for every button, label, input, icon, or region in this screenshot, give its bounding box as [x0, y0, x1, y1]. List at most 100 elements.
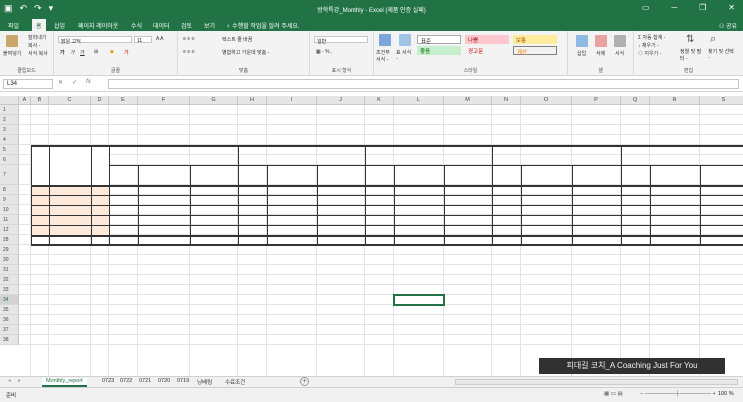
column-header[interactable]: A	[19, 96, 31, 105]
find-select-button[interactable]: 찾기 및 선택 -	[708, 48, 736, 61]
cut-button[interactable]: 잘라내기	[28, 34, 46, 41]
column-header[interactable]: D	[91, 96, 109, 105]
fill-button[interactable]: ↓ 채우기 -	[638, 42, 659, 49]
row-header[interactable]: 3	[0, 125, 19, 135]
sheet-tab[interactable]: 0721	[139, 378, 151, 384]
tab-file[interactable]: 파일	[8, 21, 19, 30]
sheet-tab[interactable]: 0719	[177, 378, 189, 384]
zoom-level[interactable]: 100 %	[718, 391, 734, 397]
add-sheet-button[interactable]: +	[300, 377, 309, 386]
paste-icon[interactable]	[6, 35, 18, 47]
sort-filter-button[interactable]: 정렬 및 필터 -	[680, 48, 704, 62]
column-header[interactable]: M	[444, 96, 492, 105]
font-size-select[interactable]: 11	[134, 36, 152, 44]
selected-cell[interactable]	[393, 294, 445, 306]
scroll-left-icon[interactable]: ◂	[8, 378, 11, 384]
fx-icon[interactable]: fx	[86, 79, 91, 86]
insert-cells-button[interactable]: 삽입	[577, 50, 586, 57]
column-header[interactable]: G	[190, 96, 238, 105]
align-left-icon[interactable]: ≡ ≡ ≡	[183, 49, 195, 55]
row-header[interactable]: 1	[0, 105, 19, 115]
column-header[interactable]: C	[49, 96, 91, 105]
sheet-tab[interactable]: 닝배링	[197, 378, 212, 386]
tab-home[interactable]: 홈	[32, 19, 46, 31]
format-painter-button[interactable]: 서식 복사	[28, 50, 48, 57]
row-header[interactable]: 32	[0, 275, 19, 285]
format-cells-icon[interactable]	[614, 35, 626, 47]
view-buttons[interactable]: ▦ ▭ ▤	[604, 391, 623, 397]
insert-cells-icon[interactable]	[576, 35, 588, 47]
cancel-icon[interactable]: ✕	[58, 79, 63, 86]
conditional-format-icon[interactable]	[379, 34, 391, 46]
currency-icon[interactable]: ▦ - % ,	[316, 49, 332, 55]
worksheet-grid[interactable]: A B C D E F G H I J K L M N O P Q R S 1 2 3 4 5 6 7 8 9 10 11 12 28 29 30…	[0, 96, 743, 376]
restore-icon[interactable]: ❐	[699, 3, 706, 12]
delete-cells-button[interactable]: 삭제	[596, 50, 605, 57]
style-normal[interactable]: 표준	[417, 35, 461, 45]
style-neutral[interactable]: 보통	[513, 35, 557, 44]
tab-data[interactable]: 데이터	[153, 21, 170, 30]
format-as-table-icon[interactable]	[399, 34, 411, 46]
column-header[interactable]: P	[572, 96, 621, 105]
tab-view[interactable]: 보기	[204, 21, 215, 30]
row-header[interactable]: 28	[0, 235, 19, 245]
font-grow-icon[interactable]: A A	[156, 36, 164, 42]
column-header[interactable]: E	[109, 96, 138, 105]
select-all-corner[interactable]	[0, 96, 19, 105]
row-header[interactable]: 2	[0, 115, 19, 125]
sheet-tab[interactable]: 0722	[120, 378, 132, 384]
format-cells-button[interactable]: 서식	[615, 50, 624, 57]
share-button[interactable]: ⚇ 공유	[719, 21, 737, 30]
number-format-select[interactable]: 일반	[314, 36, 368, 45]
ribbon-display-icon[interactable]: ▭	[642, 3, 650, 12]
conditional-format-button[interactable]: 조건부 서식 -	[376, 49, 394, 63]
column-header[interactable]: K	[365, 96, 394, 105]
column-header[interactable]: B	[31, 96, 49, 105]
tell-me-box[interactable]: ♀ 수행할 작업을 알려 주세요.	[226, 21, 300, 30]
column-header[interactable]: H	[238, 96, 267, 105]
row-header[interactable]: 37	[0, 325, 19, 335]
column-header[interactable]: J	[317, 96, 365, 105]
format-as-table-button[interactable]: 표 서식 -	[396, 49, 414, 62]
row-header[interactable]: 8	[0, 185, 19, 195]
merge-center-button[interactable]: 병합하고 가운데 맞춤 -	[222, 49, 269, 56]
enter-icon[interactable]: ✓	[72, 79, 77, 86]
tab-page-layout[interactable]: 페이지 레이아웃	[78, 21, 118, 30]
row-header[interactable]: 29	[0, 245, 19, 255]
row-header[interactable]: 10	[0, 205, 19, 215]
close-icon[interactable]: ✕	[728, 3, 735, 12]
font-color-icon[interactable]: 가	[124, 49, 129, 56]
border-icon[interactable]: ⊞	[94, 49, 98, 55]
column-header[interactable]: R	[650, 96, 700, 105]
column-header[interactable]: I	[267, 96, 317, 105]
style-good[interactable]: 좋음	[417, 46, 461, 55]
row-header[interactable]: 33	[0, 285, 19, 295]
align-top-icon[interactable]: ≡ ≡ ≡	[183, 36, 195, 42]
row-header[interactable]: 35	[0, 305, 19, 315]
row-header[interactable]: 7	[0, 165, 19, 185]
tab-formulas[interactable]: 수식	[131, 21, 142, 30]
autosum-button[interactable]: Σ 자동 합계 -	[638, 34, 665, 41]
find-select-icon[interactable]: ⌕	[710, 33, 716, 46]
sheet-tab[interactable]: 0720	[158, 378, 170, 384]
paste-button[interactable]: 붙여넣기	[3, 50, 21, 57]
font-name-select[interactable]: 맑은 고딕	[58, 36, 132, 45]
tab-review[interactable]: 검토	[181, 21, 192, 30]
minimize-icon[interactable]: ─	[671, 3, 677, 12]
horizontal-scrollbar[interactable]	[455, 379, 738, 385]
clear-button[interactable]: ◇ 지우기 -	[638, 50, 661, 57]
wrap-text-button[interactable]: 텍스트 줄 바꿈	[222, 36, 252, 43]
delete-cells-icon[interactable]	[595, 35, 607, 47]
sheet-tab[interactable]: 0723	[102, 378, 114, 384]
sheet-tab[interactable]: Monthly_report	[42, 378, 87, 387]
row-header[interactable]: 9	[0, 195, 19, 205]
row-header[interactable]: 30	[0, 255, 19, 265]
copy-button[interactable]: 복사 -	[28, 42, 40, 49]
bold-icon[interactable]: 가	[60, 49, 65, 56]
tab-insert[interactable]: 삽입	[54, 21, 65, 30]
column-header[interactable]: L	[394, 96, 444, 105]
row-header[interactable]: 36	[0, 315, 19, 325]
fill-color-icon[interactable]: ◆	[110, 49, 114, 55]
sheet-tab[interactable]: 수료조건	[225, 378, 245, 386]
zoom-slider[interactable]: − ────────┼──────── +	[640, 391, 716, 397]
